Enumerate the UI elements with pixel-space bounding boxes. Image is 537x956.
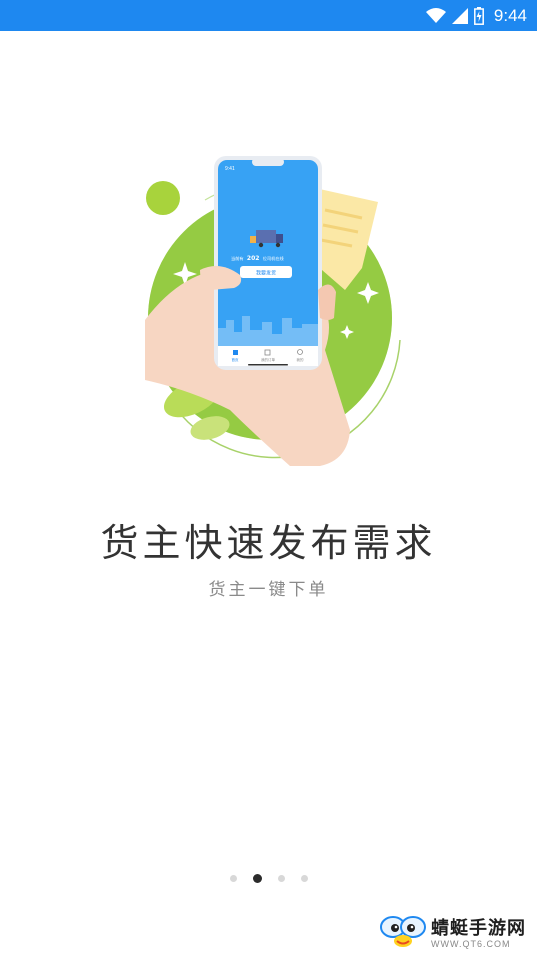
onboarding-title: 货主快速发布需求 — [100, 521, 437, 565]
signal-icon — [451, 7, 468, 24]
page-dot[interactable] — [300, 875, 308, 882]
svg-text:当前有 202 位司机在线: 当前有 202 位司机在线 — [231, 255, 285, 262]
watermark: 蜻蜓手游网 WWW.QT6.COM — [379, 912, 529, 950]
phone-tab-orders: 我的订单 — [261, 357, 275, 362]
phone-mockup: 9:41 当前有 202 位司机在线 我要发货 首页 我的订单 我的 — [214, 156, 322, 370]
dragonfly-logo-icon — [380, 916, 426, 947]
onboarding-illustration: 9:41 当前有 202 位司机在线 我要发货 首页 我的订单 我的 — [145, 156, 401, 466]
phone-headline-number: 202 — [247, 255, 260, 262]
status-icons: 9:44 — [425, 4, 527, 27]
battery-icon — [473, 6, 484, 25]
phone-send-button-label: 我要发货 — [256, 270, 276, 277]
watermark-title: 蜻蜓手游网 — [431, 917, 526, 939]
wifi-icon — [425, 7, 446, 23]
phone-tab-me: 我的 — [297, 357, 305, 362]
phone-headline-suffix: 位司机在线 — [263, 255, 285, 262]
page-indicator — [0, 874, 537, 883]
phone-tab-home: 首页 — [232, 357, 239, 362]
watermark-url: WWW.QT6.COM — [431, 938, 511, 949]
phone-status-time: 9:41 — [225, 166, 235, 172]
status-time: 9:44 — [493, 5, 527, 25]
page-dot-active[interactable] — [252, 874, 262, 883]
page-dot[interactable] — [277, 875, 285, 882]
onboarding-subtitle: 货主一键下单 — [208, 580, 329, 600]
status-bar: 9:44 — [0, 0, 537, 31]
phone-headline-prefix: 当前有 — [231, 255, 244, 262]
small-green-circle — [146, 181, 180, 215]
page-dot[interactable] — [229, 875, 237, 882]
